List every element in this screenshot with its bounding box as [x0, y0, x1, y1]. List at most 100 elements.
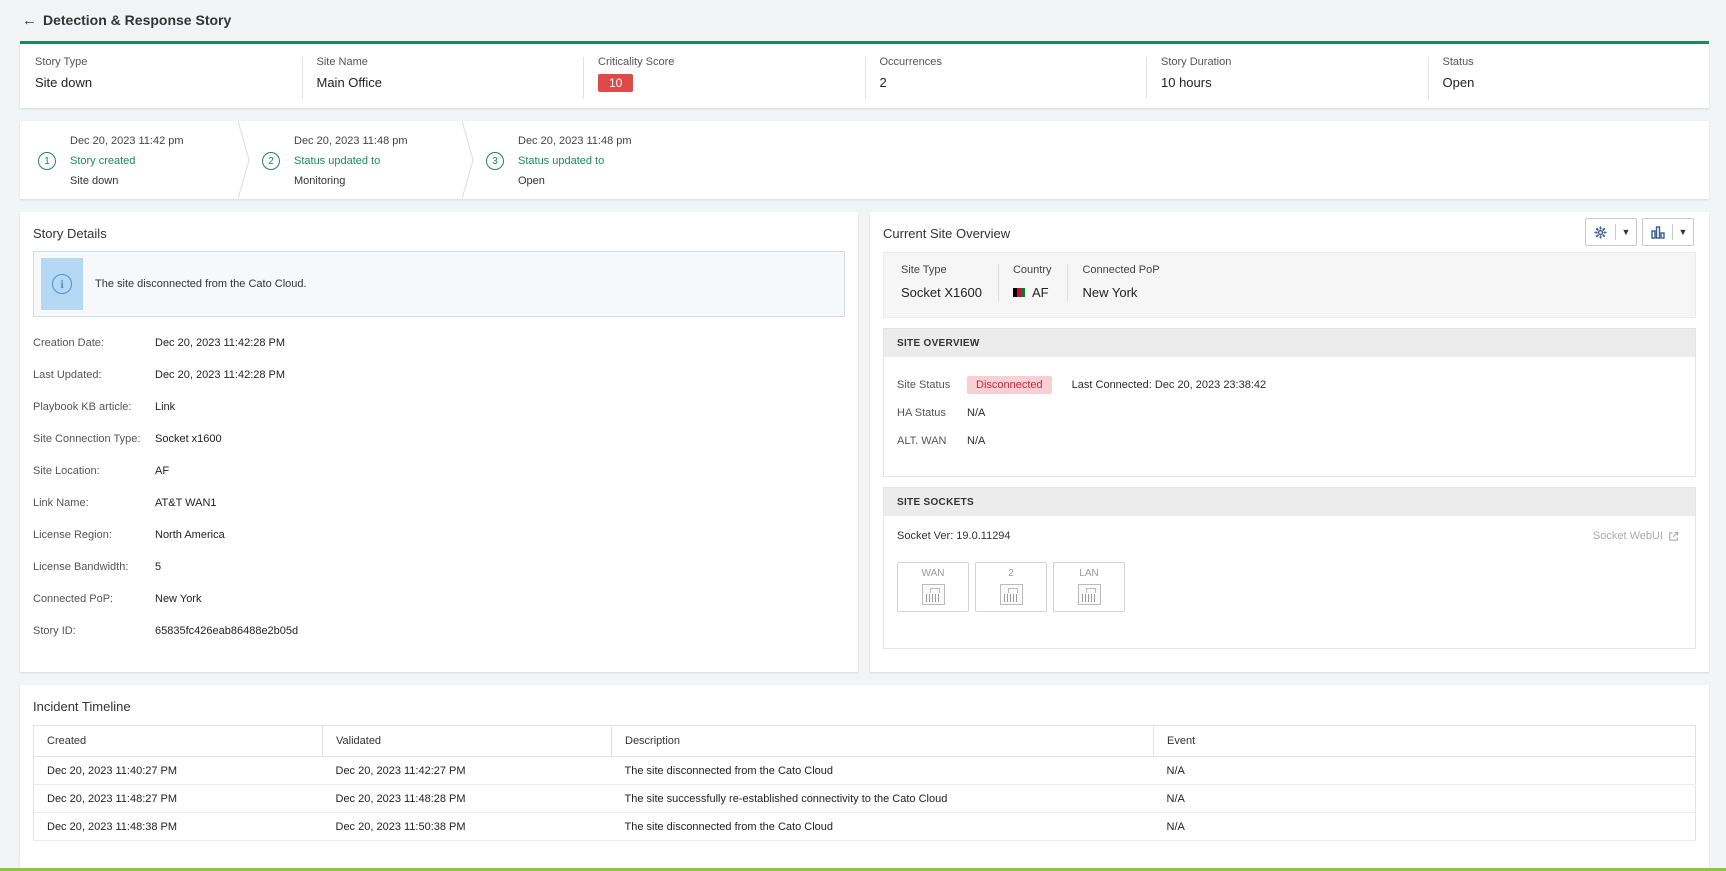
progress-step: 1 Dec 20, 2023 11:42 pm Story created Si…: [20, 121, 250, 199]
cell-description: The site disconnected from the Cato Clou…: [611, 812, 1154, 841]
detail-key: Connected PoP:: [33, 593, 114, 605]
arrow-left-icon[interactable]: ←: [22, 12, 37, 29]
detail-row: Playbook KB article: Link: [33, 391, 845, 423]
detail-row: License Region: North America: [33, 519, 845, 551]
detail-value: 65835fc426eab86488e2b05d: [155, 625, 299, 637]
port-label: WAN: [921, 568, 945, 579]
chart-dropdown-button[interactable]: ▼: [1642, 218, 1694, 246]
story-summary-bar: Story Type Site down Site Name Main Offi…: [20, 41, 1709, 108]
step-result: Monitoring: [294, 175, 346, 187]
ethernet-port-icon: [999, 584, 1023, 605]
summary-value: 2: [879, 75, 887, 90]
summary-value: Main Office: [316, 75, 383, 90]
alt-wan-value: N/A: [967, 435, 986, 447]
external-link-icon: [1669, 531, 1679, 541]
detail-row: License Bandwidth: 5: [33, 551, 845, 583]
site-overview-section: SITE OVERVIEW Site Status Disconnected Las…: [883, 328, 1696, 477]
summary-status: Status Open: [1427, 44, 1710, 108]
detail-value: Dec 20, 2023 11:42:28 PM: [155, 337, 286, 349]
step-number: 2: [262, 152, 280, 170]
detail-key: Site Location:: [33, 465, 100, 477]
socket-ports: WAN 2 LAN: [897, 562, 1682, 612]
cell-description: The site successfully re-established con…: [611, 784, 1154, 813]
detail-row: Connected PoP: New York: [33, 583, 845, 615]
site-type-label: Site Type: [901, 264, 947, 276]
detail-key: Site Connection Type:: [33, 433, 141, 445]
cell-description: The site disconnected from the Cato Clou…: [611, 756, 1154, 785]
port-lan[interactable]: LAN: [1053, 562, 1125, 612]
incident-timeline-panel: Incident Timeline Created Validated Desc…: [20, 685, 1709, 871]
detail-value: Dec 20, 2023 11:42:28 PM: [155, 369, 286, 381]
panel-title: Incident Timeline: [33, 699, 131, 714]
chevron-down-icon: ▼: [1678, 227, 1688, 237]
playbook-link[interactable]: Link: [155, 401, 175, 413]
detail-row: Site Location: AF: [33, 455, 845, 487]
site-sockets-section: SITE SOCKETS Socket Ver: 19.0.11294 Sock…: [883, 487, 1696, 649]
site-type-value: Socket X1600: [901, 285, 982, 300]
column-header-created[interactable]: Created: [33, 725, 323, 757]
column-header-description[interactable]: Description: [611, 725, 1154, 757]
summary-value: 10 hours: [1161, 75, 1212, 90]
socket-version: Socket Ver: 19.0.11294: [897, 530, 1011, 542]
story-details-panel: Story Details i The site disconnected fr…: [20, 212, 858, 672]
cell-event: N/A: [1153, 784, 1696, 813]
summary-value: Open: [1442, 75, 1475, 90]
step-action: Status updated to: [518, 155, 605, 167]
detail-key: Creation Date:: [33, 337, 104, 349]
detail-value: North America: [155, 529, 225, 541]
detail-key: License Bandwidth:: [33, 561, 129, 573]
section-header: SITE OVERVIEW: [884, 329, 1695, 357]
step-action: Story created: [70, 155, 136, 167]
info-text: The site disconnected from the Cato Clou…: [95, 278, 307, 290]
ethernet-port-icon: [1077, 584, 1101, 605]
port-wan[interactable]: WAN: [897, 562, 969, 612]
summary-occurrences: Occurrences 2: [864, 44, 1147, 108]
status-badge: Disconnected: [967, 376, 1052, 394]
table-row: Dec 20, 2023 11:48:38 PM Dec 20, 2023 11…: [33, 812, 1696, 841]
detail-row: Creation Date: Dec 20, 2023 11:42:28 PM: [33, 327, 845, 359]
connected-pop-value: New York: [1082, 285, 1138, 300]
page-title: Detection & Response Story: [43, 12, 232, 28]
column-header-validated[interactable]: Validated: [322, 725, 612, 757]
detail-row: Link Name: AT&T WAN1: [33, 487, 845, 519]
step-result: Site down: [70, 175, 119, 187]
cell-validated: Dec 20, 2023 11:42:27 PM: [322, 756, 612, 785]
cell-validated: Dec 20, 2023 11:50:38 PM: [322, 812, 612, 841]
detail-key: Story ID:: [33, 625, 76, 637]
country-value: AF: [1031, 285, 1049, 300]
step-number: 1: [38, 152, 56, 170]
port-label: 2: [1008, 568, 1014, 579]
settings-dropdown-button[interactable]: ▼: [1585, 218, 1637, 246]
detail-row: Site Connection Type: Socket x1600: [33, 423, 845, 455]
table-row: Dec 20, 2023 11:40:27 PM Dec 20, 2023 11…: [33, 756, 1696, 785]
cell-event: N/A: [1153, 756, 1696, 785]
column-header-event[interactable]: Event: [1153, 725, 1696, 757]
ha-status-value: N/A: [967, 407, 986, 419]
step-action: Status updated to: [294, 155, 381, 167]
afghanistan-flag-icon: [1012, 288, 1025, 297]
info-icon: i: [41, 258, 83, 310]
page-header: ← Detection & Response Story: [0, 0, 1726, 40]
summary-duration: Story Duration 10 hours: [1146, 44, 1428, 108]
step-number: 3: [486, 152, 504, 170]
panel-title: Story Details: [33, 226, 107, 241]
step-date: Dec 20, 2023 11:48 pm: [518, 135, 632, 147]
port-2[interactable]: 2: [975, 562, 1047, 612]
incident-table: Created Validated Description Event Dec …: [33, 725, 1696, 841]
table-row: Dec 20, 2023 11:48:27 PM Dec 20, 2023 11…: [33, 784, 1696, 813]
panel-title: Current Site Overview: [883, 226, 1011, 241]
detail-value: AF: [155, 465, 170, 477]
ha-status-label: HA Status: [897, 407, 946, 419]
socket-webui-link[interactable]: Socket WebUI: [1593, 530, 1679, 542]
cell-created: Dec 20, 2023 11:48:27 PM: [33, 784, 323, 813]
connected-pop-label: Connected PoP: [1082, 264, 1160, 276]
summary-story-type: Story Type Site down: [20, 44, 302, 108]
cell-created: Dec 20, 2023 11:48:38 PM: [33, 812, 323, 841]
summary-label: Site Name: [316, 56, 368, 68]
country-label: Country: [1012, 264, 1052, 276]
story-progress-steps: 1 Dec 20, 2023 11:42 pm Story created Si…: [20, 121, 1709, 199]
step-result: Open: [518, 175, 545, 187]
detail-row: Story ID: 65835fc426eab86488e2b05d: [33, 615, 845, 647]
summary-label: Occurrences: [879, 56, 942, 68]
detail-value: New York: [155, 593, 202, 605]
